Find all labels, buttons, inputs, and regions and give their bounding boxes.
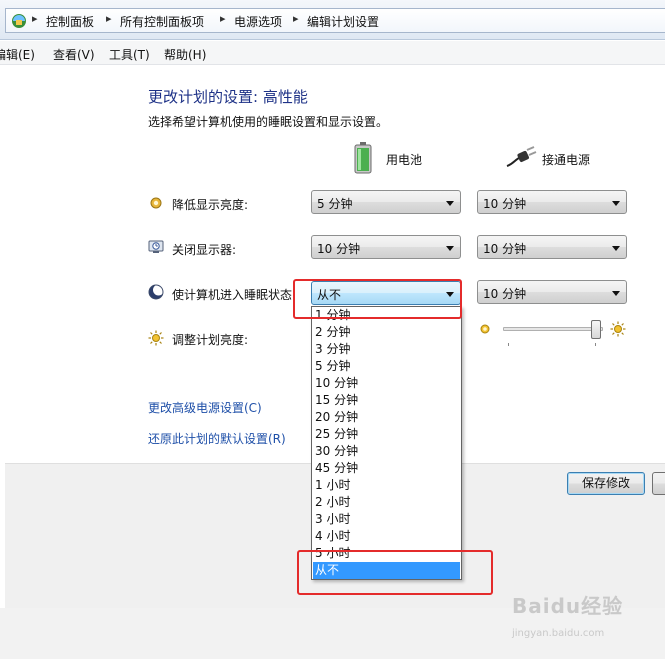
dropdown-option[interactable]: 2 分钟 bbox=[313, 324, 460, 341]
select-value: 10 分钟 bbox=[483, 242, 527, 256]
dropdown-option[interactable]: 10 分钟 bbox=[313, 375, 460, 392]
control-panel-icon bbox=[12, 14, 26, 28]
slider-tick bbox=[595, 343, 596, 346]
chevron-down-icon bbox=[446, 201, 454, 206]
plug-icon bbox=[506, 146, 537, 167]
dropdown-option[interactable]: 20 分钟 bbox=[313, 409, 460, 426]
brightness-slider-thumb[interactable] bbox=[591, 320, 601, 339]
cancel-button-partial[interactable] bbox=[652, 472, 665, 495]
chevron-down-icon bbox=[612, 201, 620, 206]
page-subtitle: 选择希望计算机使用的睡眠设置和显示设置。 bbox=[148, 115, 389, 129]
page-title: 更改计划的设置: 高性能 bbox=[148, 88, 308, 106]
select-value: 10 分钟 bbox=[317, 242, 361, 256]
chevron-down-icon bbox=[612, 246, 620, 251]
chevron-down-icon bbox=[446, 246, 454, 251]
save-changes-button[interactable]: 保存修改 bbox=[567, 472, 645, 495]
breadcrumb-separator[interactable]: ▸ bbox=[220, 12, 226, 25]
select-value: 5 分钟 bbox=[317, 197, 353, 211]
dim-display-battery-select[interactable]: 5 分钟 bbox=[311, 190, 461, 214]
breadcrumb-power-options[interactable]: 电源选项 bbox=[234, 13, 282, 30]
row-label-dim-display: 降低显示亮度: bbox=[172, 198, 249, 212]
watermark-url: jingyan.baidu.com bbox=[512, 628, 605, 639]
menu-edit[interactable]: 编辑(E) bbox=[0, 46, 35, 63]
annotation-box-select bbox=[293, 279, 462, 319]
column-plugged-label: 接通电源 bbox=[542, 153, 591, 167]
breadcrumb-separator[interactable]: ▸ bbox=[32, 12, 38, 25]
column-battery-label: 用电池 bbox=[386, 153, 423, 167]
dropdown-option[interactable]: 2 小时 bbox=[313, 494, 460, 511]
slider-tick bbox=[508, 343, 509, 346]
turn-off-display-battery-select[interactable]: 10 分钟 bbox=[311, 235, 461, 259]
dropdown-option[interactable]: 30 分钟 bbox=[313, 443, 460, 460]
menu-help[interactable]: 帮助(H) bbox=[164, 46, 206, 63]
sleep-options-dropdown[interactable]: 1 分钟 2 分钟 3 分钟 5 分钟 10 分钟 15 分钟 20 分钟 25… bbox=[311, 306, 462, 580]
menu-bar: 编辑(E) 查看(V) 工具(T) 帮助(H) bbox=[0, 41, 665, 65]
select-value: 10 分钟 bbox=[483, 287, 527, 301]
select-value: 10 分钟 bbox=[483, 197, 527, 211]
breadcrumb-separator[interactable]: ▸ bbox=[293, 12, 299, 25]
dropdown-option[interactable]: 45 分钟 bbox=[313, 460, 460, 477]
breadcrumb-separator[interactable]: ▸ bbox=[106, 12, 112, 25]
breadcrumb-edit-plan[interactable]: 编辑计划设置 bbox=[307, 13, 379, 30]
sleep-moon-icon bbox=[148, 284, 164, 300]
dropdown-option[interactable]: 3 小时 bbox=[313, 511, 460, 528]
dim-display-plugged-select[interactable]: 10 分钟 bbox=[477, 190, 627, 214]
advanced-power-settings-link[interactable]: 更改高级电源设置(C) bbox=[148, 399, 262, 416]
row-label-sleep: 使计算机进入睡眠状态: bbox=[172, 288, 297, 302]
restore-defaults-link[interactable]: 还原此计划的默认设置(R) bbox=[148, 430, 286, 447]
dropdown-option[interactable]: 25 分钟 bbox=[313, 426, 460, 443]
brightness-low-icon bbox=[480, 324, 490, 334]
dropdown-option[interactable]: 15 分钟 bbox=[313, 392, 460, 409]
battery-icon bbox=[354, 142, 372, 174]
brightness-sun-icon bbox=[148, 330, 164, 346]
menu-tools[interactable]: 工具(T) bbox=[109, 46, 150, 63]
dropdown-option[interactable]: 5 分钟 bbox=[313, 358, 460, 375]
breadcrumb-all-items[interactable]: 所有控制面板项 bbox=[120, 13, 204, 30]
brightness-slider-track[interactable] bbox=[503, 327, 603, 331]
chevron-down-icon bbox=[612, 291, 620, 296]
turn-off-display-plugged-select[interactable]: 10 分钟 bbox=[477, 235, 627, 259]
dropdown-option[interactable]: 3 分钟 bbox=[313, 341, 460, 358]
address-bar: ▸ 控制面板 ▸ 所有控制面板项 ▸ 电源选项 ▸ 编辑计划设置 bbox=[0, 0, 665, 40]
brightness-high-icon bbox=[610, 321, 626, 337]
breadcrumb-control-panel[interactable]: 控制面板 bbox=[46, 13, 94, 30]
dropdown-option[interactable]: 4 小时 bbox=[313, 528, 460, 545]
watermark-logo: Baidu经验 bbox=[512, 594, 624, 618]
sleep-plugged-select[interactable]: 10 分钟 bbox=[477, 280, 627, 304]
row-label-brightness: 调整计划亮度: bbox=[172, 333, 249, 347]
menu-view[interactable]: 查看(V) bbox=[53, 46, 95, 63]
dropdown-option[interactable]: 1 小时 bbox=[313, 477, 460, 494]
breadcrumb[interactable]: ▸ 控制面板 ▸ 所有控制面板项 ▸ 电源选项 ▸ 编辑计划设置 bbox=[5, 8, 665, 33]
dim-display-icon bbox=[150, 197, 162, 209]
annotation-box-option bbox=[297, 550, 493, 595]
monitor-off-icon bbox=[148, 240, 164, 253]
row-label-turn-off-display: 关闭显示器: bbox=[172, 243, 237, 257]
